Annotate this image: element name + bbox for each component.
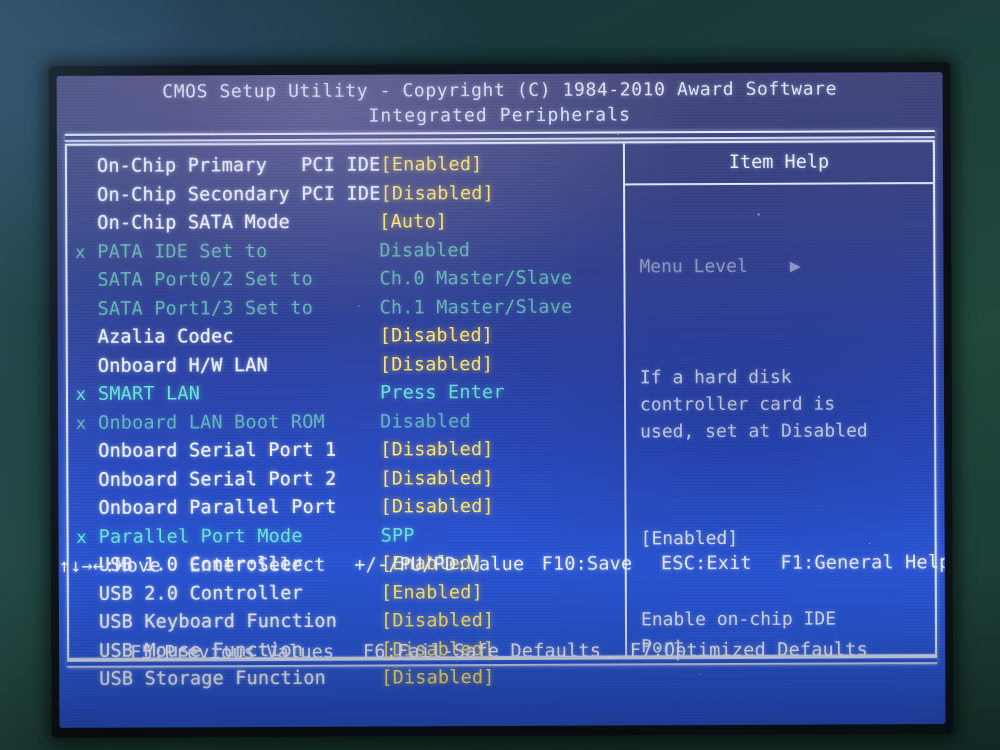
option-label: Onboard Serial Port 1 xyxy=(98,439,337,462)
key-f6-failsafe[interactable]: F6:Fail-Safe Defaults xyxy=(363,641,607,663)
key-value[interactable]: +/-/PU/PD:Value xyxy=(354,554,530,576)
option-disabled-marker: x xyxy=(75,413,87,434)
option-row[interactable]: On-Chip Primary PCI IDE [Enabled] xyxy=(67,153,623,184)
option-value[interactable]: Ch.0 Master/Slave xyxy=(379,267,623,290)
option-label: SMART LAN xyxy=(97,383,201,405)
option-row[interactable]: x SMART LAN Press Enter xyxy=(68,381,624,412)
option-value[interactable]: [Disabled] xyxy=(380,324,624,346)
key-f1-help[interactable]: F1:General Help xyxy=(780,552,945,574)
key-f7-optimized[interactable]: F7:Optimized Defaults xyxy=(630,639,874,661)
option-label: On-Chip SATA Mode xyxy=(97,211,291,234)
menu-level-label: Menu Level xyxy=(639,255,748,278)
option-row[interactable]: SATA Port1/3 Set to Ch.1 Master/Slave xyxy=(68,296,624,327)
monitor-bezel: CMOS Setup Utility - Copyright (C) 1984-… xyxy=(0,0,1000,750)
option-label: On-Chip Primary PCI IDE xyxy=(96,154,381,177)
option-row[interactable]: x PATA IDE Set to Disabled xyxy=(67,239,623,270)
bios-screen: CMOS Setup Utility - Copyright (C) 1984-… xyxy=(56,72,946,728)
option-row[interactable]: Onboard Serial Port 1 [Disabled] xyxy=(68,438,624,469)
option-row[interactable]: On-Chip SATA Mode [Auto] xyxy=(67,210,623,241)
screen-header: CMOS Setup Utility - Copyright (C) 1984-… xyxy=(57,76,943,130)
footer-line-2: F5:Previous Values F6:Fail-Safe Defaults… xyxy=(59,635,945,668)
option-value[interactable]: [Disabled] xyxy=(380,467,624,489)
crt-tube-frame: CMOS Setup Utility - Copyright (C) 1984-… xyxy=(48,62,954,738)
option-value[interactable]: [Disabled] xyxy=(381,182,624,204)
help-description: If a hard disk controller card is used, … xyxy=(639,366,868,443)
option-label: SATA Port0/2 Set to xyxy=(97,268,313,291)
option-value[interactable]: [Disabled] xyxy=(380,438,624,460)
key-esc-exit[interactable]: ESC:Exit xyxy=(661,553,758,574)
option-row[interactable]: Onboard H/W LAN [Disabled] xyxy=(68,353,624,384)
page-subtitle: Integrated Peripherals xyxy=(368,104,632,127)
option-value[interactable]: Ch.1 Master/Slave xyxy=(380,296,624,318)
item-help-title: Item Help xyxy=(624,142,934,186)
footer-line-1: ↑↓→←:Move Enter:Select +/-/PU/PD:Value F… xyxy=(59,548,946,581)
option-label: PATA IDE Set to xyxy=(97,240,268,263)
key-f10-save[interactable]: F10:Save xyxy=(542,553,639,574)
option-value[interactable]: [Enabled] xyxy=(380,153,623,175)
key-f5-previous[interactable]: F5:Previous Values xyxy=(130,642,340,664)
option-disabled-marker: x xyxy=(75,384,87,405)
option-label: Azalia Codec xyxy=(97,326,234,348)
menu-level-row: Menu Level ▶ xyxy=(639,252,933,280)
option-row[interactable]: Azalia Codec [Disabled] xyxy=(68,324,624,355)
page-title: CMOS Setup Utility - Copyright (C) 1984-… xyxy=(162,78,838,103)
option-label: SATA Port1/3 Set to xyxy=(97,297,314,320)
option-disabled-marker: x xyxy=(75,242,86,263)
option-value[interactable]: Press Enter xyxy=(380,381,624,404)
option-label: Onboard LAN Boot ROM xyxy=(98,411,325,434)
key-move[interactable]: ↑↓→←:Move xyxy=(59,555,167,576)
option-value[interactable]: Disabled xyxy=(379,239,623,261)
option-value[interactable]: [Disabled] xyxy=(380,353,624,375)
chevron-right-icon: ▶ xyxy=(789,255,801,277)
option-label: Onboard Serial Port 2 xyxy=(98,468,337,491)
footer-keybar: ↑↓→←:Move Enter:Select +/-/PU/PD:Value F… xyxy=(58,490,946,726)
option-row[interactable]: x Onboard LAN Boot ROM Disabled xyxy=(68,410,624,441)
option-label: Onboard H/W LAN xyxy=(97,354,268,377)
option-row[interactable]: On-Chip Secondary PCI IDE [Disabled] xyxy=(67,182,623,213)
option-value[interactable]: [Auto] xyxy=(379,210,623,232)
key-enter-select[interactable]: Enter:Select xyxy=(189,555,331,577)
option-label: On-Chip Secondary PCI IDE xyxy=(97,183,381,206)
option-row[interactable]: SATA Port0/2 Set to Ch.0 Master/Slave xyxy=(67,267,623,298)
option-value[interactable]: Disabled xyxy=(380,410,624,432)
